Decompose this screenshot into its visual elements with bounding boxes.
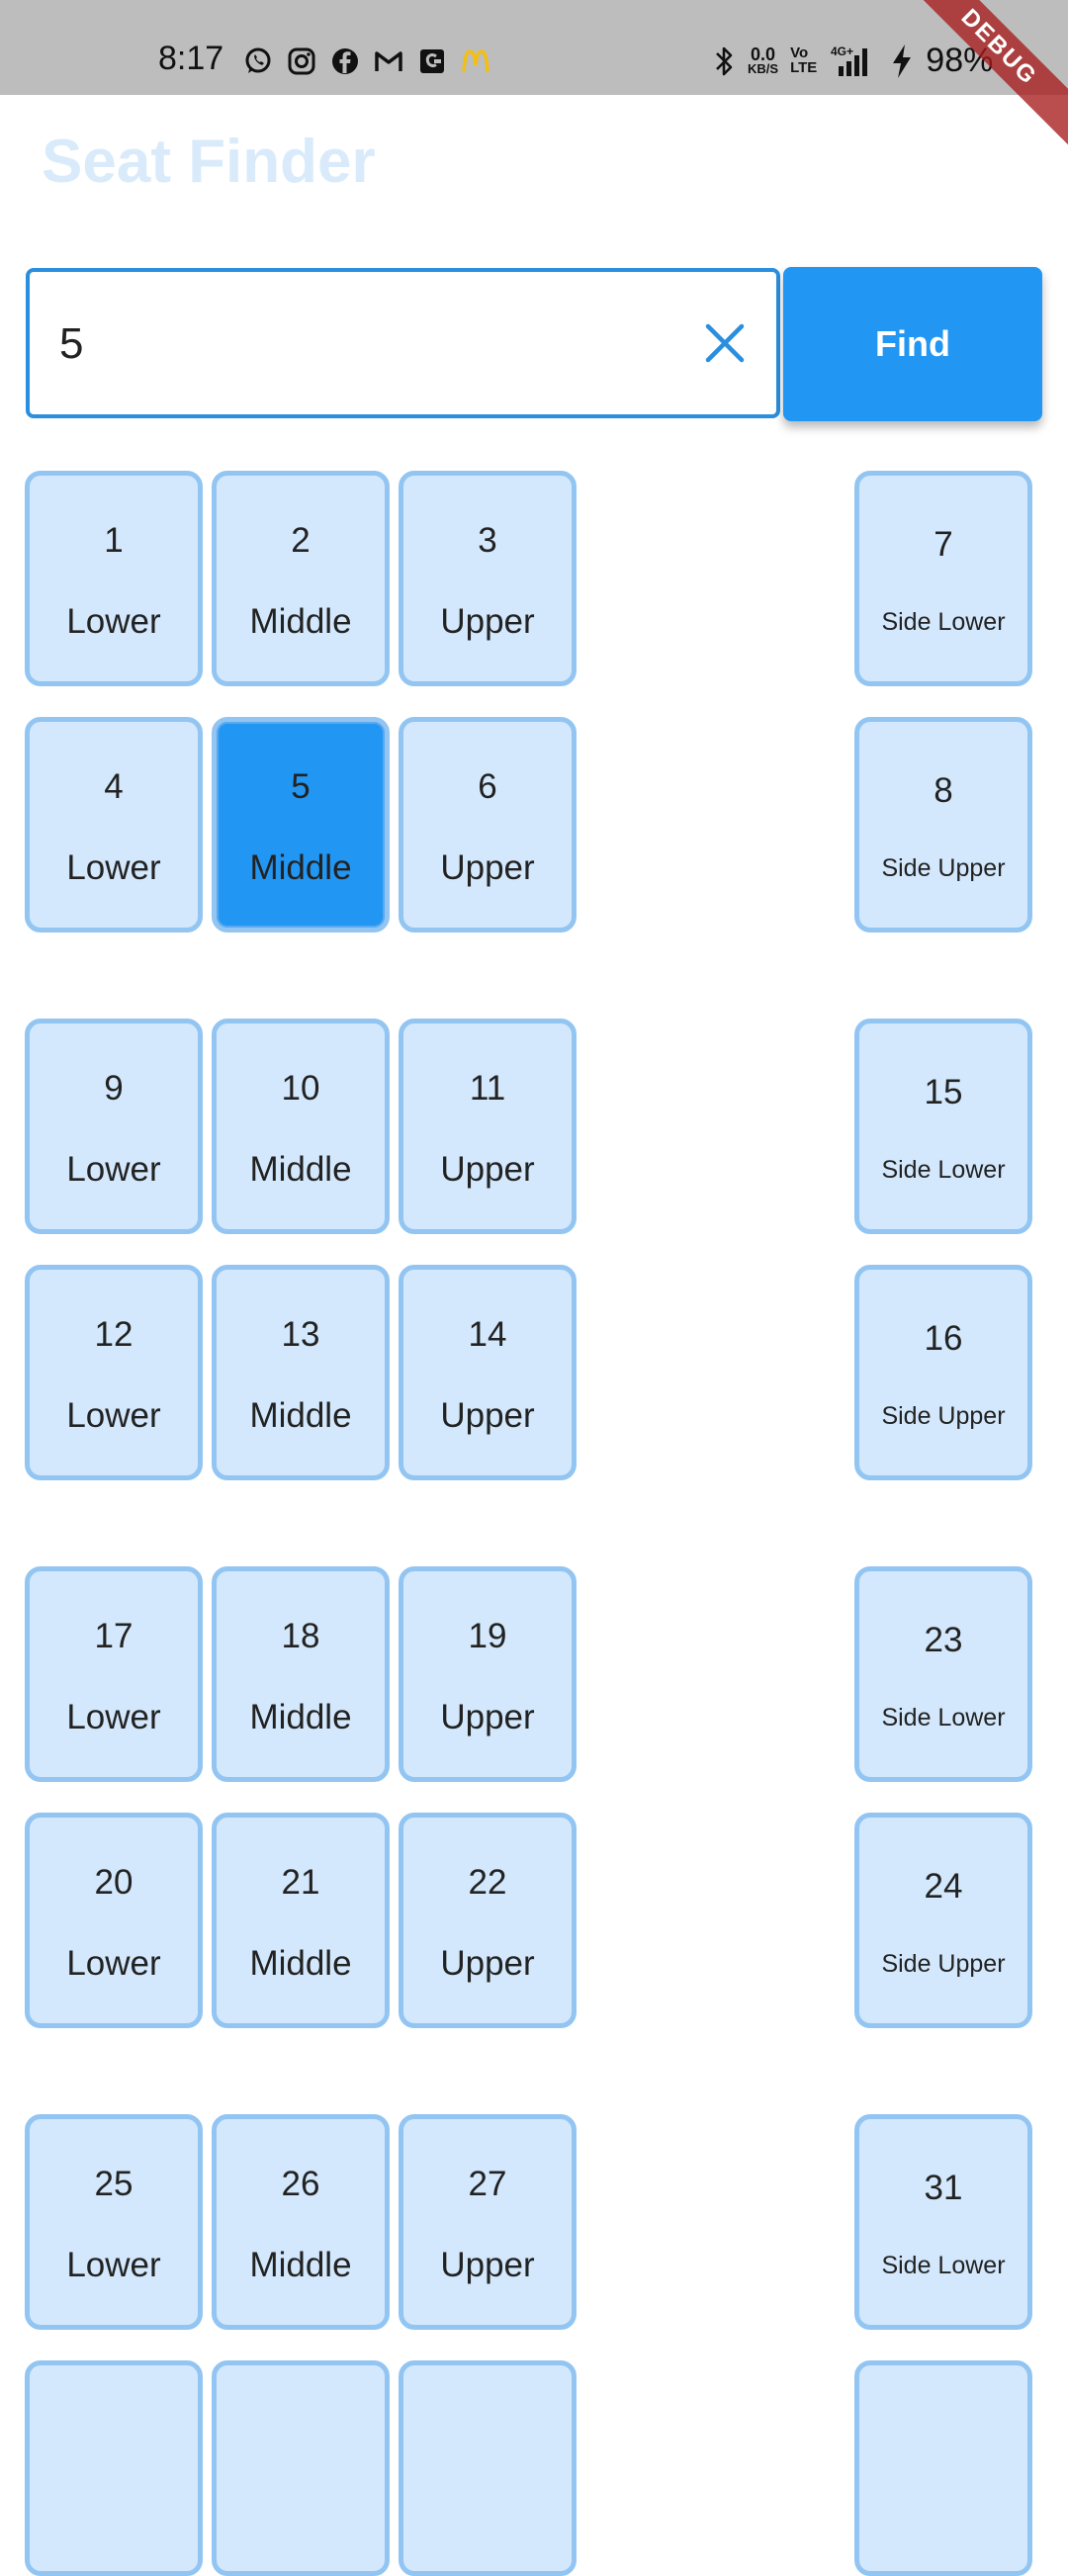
seat-type: Lower xyxy=(66,1944,161,1983)
seat-number: 6 xyxy=(478,767,497,806)
seat-26[interactable]: 26 Middle xyxy=(212,2114,390,2330)
seat-type: Middle xyxy=(249,2246,352,2284)
seat-number: 14 xyxy=(468,1315,507,1354)
seat-type: Middle xyxy=(249,602,352,641)
seat-number: 8 xyxy=(934,771,953,810)
seat-6[interactable]: 6 Upper xyxy=(399,717,577,933)
seat-number: 19 xyxy=(468,1617,507,1655)
seat-11[interactable]: 11 Upper xyxy=(399,1019,577,1234)
seat-14[interactable]: 14 Upper xyxy=(399,1265,577,1480)
seat-partial[interactable] xyxy=(25,2360,203,2576)
seat-12[interactable]: 12 Lower xyxy=(25,1265,203,1480)
seat-13[interactable]: 13 Middle xyxy=(212,1265,390,1480)
seat-21[interactable]: 21 Middle xyxy=(212,1813,390,2028)
seat-number: 16 xyxy=(924,1319,963,1358)
seat-number: 24 xyxy=(924,1867,963,1906)
seat-22[interactable]: 22 Upper xyxy=(399,1813,577,2028)
seat-number: 3 xyxy=(478,521,497,560)
seat-partial[interactable] xyxy=(399,2360,577,2576)
seat-partial[interactable] xyxy=(854,2360,1032,2576)
seat-type: Middle xyxy=(249,1396,352,1435)
seat-18[interactable]: 18 Middle xyxy=(212,1566,390,1782)
seat-type: Upper xyxy=(440,1396,535,1435)
seat-type: Upper xyxy=(440,1698,535,1736)
seat-type: Middle xyxy=(249,1698,352,1736)
seat-19[interactable]: 19 Upper xyxy=(399,1566,577,1782)
seat-type: Lower xyxy=(66,2246,161,2284)
seat-type: Middle xyxy=(249,1944,352,1983)
seat-number: 31 xyxy=(924,2169,963,2207)
seat-type: Side Lower xyxy=(881,2252,1006,2279)
seat-type: Side Lower xyxy=(881,1156,1006,1184)
seat-10[interactable]: 10 Middle xyxy=(212,1019,390,1234)
seat-type: Upper xyxy=(440,602,535,641)
seat-3[interactable]: 3 Upper xyxy=(399,471,577,686)
seat-4[interactable]: 4 Lower xyxy=(25,717,203,933)
seat-type: Side Upper xyxy=(881,1402,1006,1430)
seat-type: Upper xyxy=(440,2246,535,2284)
seat-number: 25 xyxy=(94,2165,134,2203)
seat-number: 15 xyxy=(924,1073,963,1111)
seat-23[interactable]: 23 Side Lower xyxy=(854,1566,1032,1782)
seat-number: 12 xyxy=(94,1315,134,1354)
seat-type: Upper xyxy=(440,1944,535,1983)
seat-number: 7 xyxy=(934,525,953,564)
seat-1[interactable]: 1 Lower xyxy=(25,471,203,686)
seat-type: Side Lower xyxy=(881,608,1006,636)
seat-type: Side Upper xyxy=(881,1950,1006,1978)
seat-type: Middle xyxy=(249,848,352,887)
seat-type: Upper xyxy=(440,1150,535,1189)
seat-25[interactable]: 25 Lower xyxy=(25,2114,203,2330)
seat-24[interactable]: 24 Side Upper xyxy=(854,1813,1032,2028)
seat-20[interactable]: 20 Lower xyxy=(25,1813,203,2028)
seat-number: 4 xyxy=(104,767,124,806)
seat-type: Side Lower xyxy=(881,1704,1006,1732)
seat-5[interactable]: 5 Middle xyxy=(212,717,390,933)
seat-grid: 1 Lower 2 Middle 3 Upper 7 Side Lower 4 Lower 5 Mid… xyxy=(0,0,1068,2576)
seat-type: Middle xyxy=(249,1150,352,1189)
seat-15[interactable]: 15 Side Lower xyxy=(854,1019,1032,1234)
seat-number: 2 xyxy=(291,521,311,560)
seat-8[interactable]: 8 Side Upper xyxy=(854,717,1032,933)
seat-27[interactable]: 27 Upper xyxy=(399,2114,577,2330)
seat-31[interactable]: 31 Side Lower xyxy=(854,2114,1032,2330)
seat-number: 23 xyxy=(924,1621,963,1659)
seat-number: 21 xyxy=(281,1863,320,1902)
seat-16[interactable]: 16 Side Upper xyxy=(854,1265,1032,1480)
seat-number: 26 xyxy=(281,2165,320,2203)
seat-number: 10 xyxy=(281,1069,320,1108)
seat-number: 20 xyxy=(94,1863,134,1902)
seat-type: Lower xyxy=(66,848,161,887)
seat-number: 5 xyxy=(291,767,311,806)
seat-type: Lower xyxy=(66,602,161,641)
seat-type: Lower xyxy=(66,1150,161,1189)
seat-type: Lower xyxy=(66,1396,161,1435)
seat-number: 17 xyxy=(94,1617,134,1655)
seat-number: 22 xyxy=(468,1863,507,1902)
seat-9[interactable]: 9 Lower xyxy=(25,1019,203,1234)
seat-17[interactable]: 17 Lower xyxy=(25,1566,203,1782)
seat-7[interactable]: 7 Side Lower xyxy=(854,471,1032,686)
seat-type: Lower xyxy=(66,1698,161,1736)
seat-number: 1 xyxy=(104,521,124,560)
seat-2[interactable]: 2 Middle xyxy=(212,471,390,686)
seat-number: 9 xyxy=(104,1069,124,1108)
seat-type: Upper xyxy=(440,848,535,887)
seat-number: 18 xyxy=(281,1617,320,1655)
seat-partial[interactable] xyxy=(212,2360,390,2576)
seat-number: 13 xyxy=(281,1315,320,1354)
seat-type: Side Upper xyxy=(881,854,1006,882)
seat-number: 27 xyxy=(468,2165,507,2203)
seat-number: 11 xyxy=(469,1069,506,1108)
